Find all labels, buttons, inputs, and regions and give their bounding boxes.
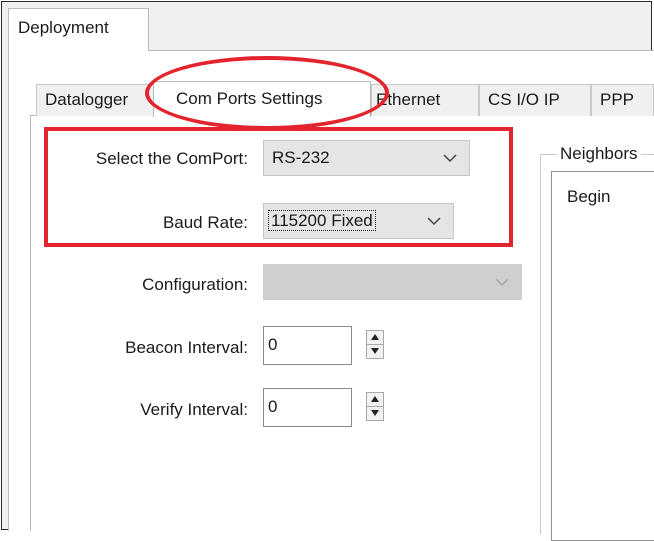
beacon-interval-value: 0: [268, 335, 278, 354]
comport-select[interactable]: RS-232: [263, 140, 470, 176]
tab-cs-io-ip-label: CS I/O IP: [488, 90, 560, 109]
triangle-up-icon: [371, 396, 379, 402]
chevron-down-icon: [495, 278, 509, 287]
chevron-down-icon: [427, 217, 441, 226]
comport-value: RS-232: [272, 148, 330, 167]
verify-interval-label: Verify Interval:: [140, 400, 248, 419]
baud-rate-value: 115200 Fixed: [268, 210, 376, 231]
tab-deployment[interactable]: Deployment: [8, 8, 149, 51]
neighbors-list[interactable]: Begin: [551, 171, 654, 541]
tab-datalogger[interactable]: Datalogger: [36, 84, 154, 116]
tab-deployment-label: Deployment: [18, 18, 109, 37]
baud-rate-label: Baud Rate:: [162, 213, 248, 232]
configuration-label: Configuration:: [142, 275, 248, 294]
baud-rate-select[interactable]: 115200 Fixed: [263, 203, 454, 239]
tab-datalogger-label: Datalogger: [45, 90, 129, 109]
list-item[interactable]: Begin: [567, 187, 654, 207]
tab-ethernet-label: Ethernet: [376, 90, 441, 109]
triangle-up-icon: [371, 334, 379, 340]
comport-label: Select the ComPort:: [95, 149, 248, 168]
verify-interval-spin-up[interactable]: [366, 392, 384, 407]
tab-ppp[interactable]: PPP: [591, 84, 654, 116]
tab-ethernet[interactable]: Ethernet: [371, 84, 479, 116]
tab-cs-io-ip[interactable]: CS I/O IP: [479, 84, 591, 116]
beacon-interval-spin-up[interactable]: [366, 330, 384, 345]
verify-interval-spin-down[interactable]: [366, 406, 384, 421]
configuration-select[interactable]: [263, 264, 522, 300]
verify-interval-value: 0: [268, 397, 278, 416]
beacon-interval-input[interactable]: 0: [263, 326, 352, 365]
neighbors-group-title: Neighbors: [557, 144, 641, 164]
beacon-interval-spin-down[interactable]: [366, 344, 384, 359]
chevron-down-icon: [443, 154, 457, 163]
tab-com-ports-settings-label: Com Ports Settings: [176, 89, 323, 108]
verify-interval-input[interactable]: 0: [263, 388, 352, 427]
tab-com-ports-settings[interactable]: Com Ports Settings: [153, 81, 371, 117]
tab-ppp-label: PPP: [600, 90, 635, 109]
beacon-interval-label: Beacon Interval:: [125, 338, 248, 357]
triangle-down-icon: [371, 410, 379, 416]
triangle-down-icon: [371, 348, 379, 354]
